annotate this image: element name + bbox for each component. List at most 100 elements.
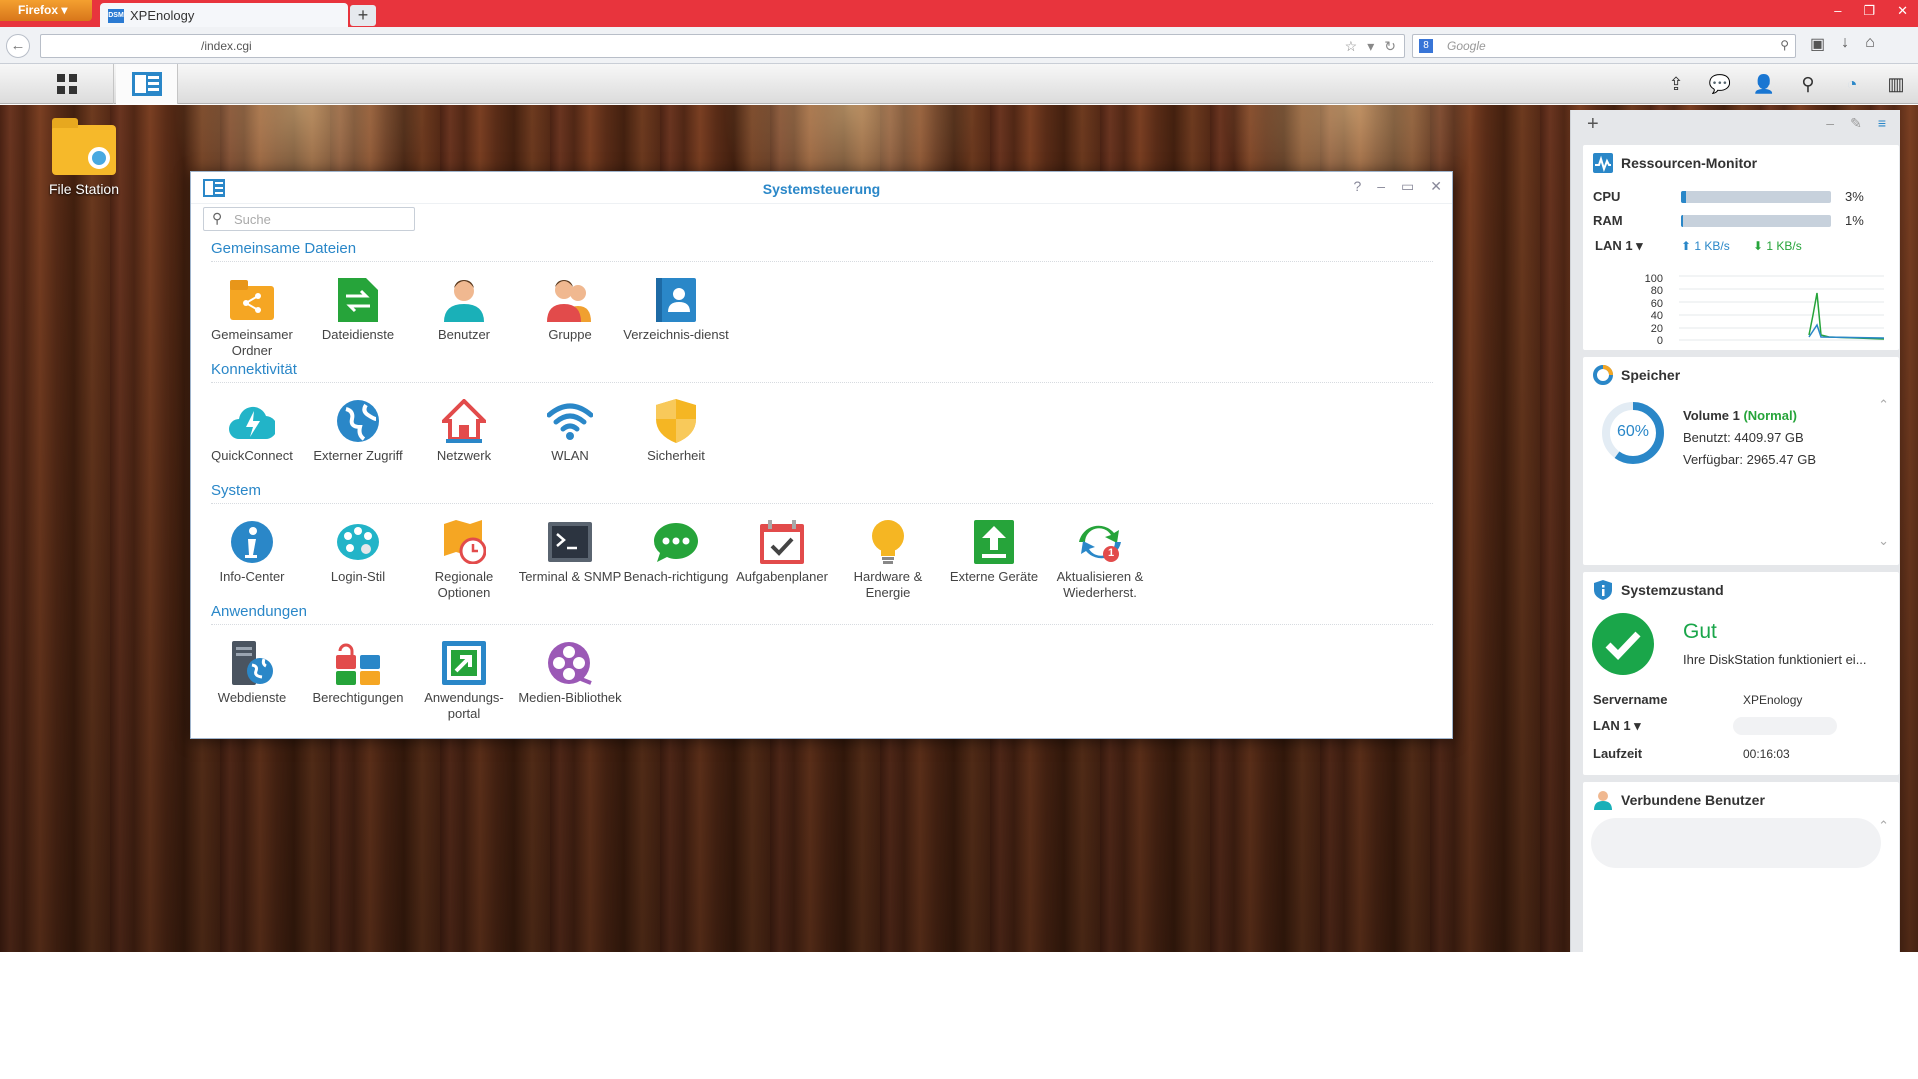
item-hardware-power[interactable]: Hardware & Energie bbox=[835, 519, 941, 601]
widgets-toggle-icon[interactable]: ▥ bbox=[1884, 72, 1908, 96]
browser-search-bar[interactable]: 8 Google ⚲ bbox=[1412, 34, 1796, 58]
item-login-style[interactable]: Login-Stil bbox=[305, 519, 411, 601]
control-panel-window: Systemsteuerung ? – ▭ ✕ ⚲ Suche Gemeinsa… bbox=[190, 171, 1453, 739]
item-notification[interactable]: Benach-richtigung bbox=[623, 519, 729, 601]
item-label: Aufgabenplaner bbox=[736, 569, 828, 584]
item-wlan[interactable]: WLAN bbox=[517, 398, 623, 464]
cpu-label: CPU bbox=[1593, 189, 1621, 204]
item-label: Sicherheit bbox=[647, 448, 705, 463]
chat-bubble-icon bbox=[653, 519, 699, 565]
item-label: Benutzer bbox=[437, 327, 491, 342]
update-badge: 1 bbox=[1108, 547, 1115, 559]
lan-upload: ⬆ 1 KB/s bbox=[1681, 239, 1730, 253]
upload-icon[interactable]: ⇪ bbox=[1664, 72, 1688, 96]
item-privileges[interactable]: Berechtigungen bbox=[305, 640, 411, 722]
close-icon[interactable]: ✕ bbox=[1430, 178, 1442, 195]
item-file-services[interactable]: Dateidienste bbox=[305, 277, 411, 359]
home-icon[interactable]: ⌂ bbox=[1865, 34, 1875, 54]
upload-rate: 1 KB/s bbox=[1694, 239, 1730, 253]
item-info-center[interactable]: Info-Center bbox=[199, 519, 305, 601]
section-title-apps: Anwendungen bbox=[211, 603, 1433, 625]
window-header[interactable]: Systemsteuerung ? – ▭ ✕ bbox=[191, 172, 1452, 204]
reload-icon[interactable]: ↻ bbox=[1384, 38, 1396, 55]
url-bar[interactable]: /index.cgi ☆ ▾ ↻ bbox=[40, 34, 1405, 58]
minimize-icon[interactable]: – bbox=[1377, 178, 1385, 195]
storage-donut: 60% bbox=[1601, 401, 1665, 465]
dsm-taskbar: ⇪ 💬 👤 ⚲ ◔ ▥ bbox=[0, 64, 1918, 104]
search-input[interactable]: ⚲ Suche bbox=[203, 207, 415, 231]
download-icon[interactable]: ↓ bbox=[1841, 34, 1849, 54]
bookmark-star-icon[interactable]: ☆ bbox=[1345, 38, 1358, 55]
item-external-devices[interactable]: Externe Geräte bbox=[941, 519, 1047, 601]
restore-icon[interactable]: ❐ bbox=[1863, 3, 1875, 19]
item-quickconnect[interactable]: QuickConnect bbox=[199, 398, 305, 464]
item-update-restore[interactable]: 1 Aktualisieren & Wiederherst. bbox=[1047, 519, 1153, 601]
widget-title: Systemzustand bbox=[1621, 582, 1724, 598]
widget-menu-icon[interactable]: ≡ bbox=[1878, 115, 1886, 132]
scroll-up-icon[interactable]: ⌃ bbox=[1878, 818, 1889, 834]
control-panel-task-button[interactable] bbox=[116, 64, 178, 104]
item-label: Regionale Optionen bbox=[434, 569, 494, 600]
minimize-icon[interactable]: – bbox=[1834, 3, 1841, 18]
search-icon[interactable]: ⚲ bbox=[1796, 72, 1820, 96]
main-menu-button[interactable] bbox=[20, 64, 114, 104]
section-system-items: Info-Center Login-Stil Regionale Optione… bbox=[199, 519, 1153, 601]
help-icon[interactable]: ? bbox=[1353, 178, 1361, 195]
media-library-icon bbox=[547, 640, 593, 686]
tick-label: 100 bbox=[1644, 273, 1663, 285]
item-label: WLAN bbox=[551, 448, 589, 463]
pilot-view-icon[interactable]: ◔ bbox=[1840, 72, 1864, 96]
new-tab-button[interactable]: + bbox=[350, 5, 376, 26]
notification-icon[interactable]: 💬 bbox=[1708, 72, 1732, 96]
scroll-down-icon[interactable]: ⌄ bbox=[1878, 533, 1889, 549]
pin-icon[interactable]: ✎ bbox=[1850, 115, 1862, 132]
minimize-icon[interactable]: – bbox=[1826, 115, 1834, 132]
file-station-icon bbox=[52, 118, 116, 175]
maximize-icon[interactable]: ▭ bbox=[1401, 178, 1414, 195]
lan-selector[interactable]: LAN 1 ▾ bbox=[1593, 718, 1641, 734]
close-icon[interactable]: ✕ bbox=[1897, 3, 1908, 19]
item-label: Verzeichnis-dienst bbox=[623, 327, 729, 342]
item-label: Gruppe bbox=[548, 327, 592, 342]
widget-title: Ressourcen-Monitor bbox=[1621, 155, 1758, 171]
tick-label: 60 bbox=[1650, 297, 1663, 310]
cpu-value: 3% bbox=[1845, 189, 1864, 204]
bookmarks-icon[interactable]: ▣ bbox=[1810, 34, 1825, 54]
file-station-label: File Station bbox=[48, 181, 120, 197]
item-application-portal[interactable]: Anwendungs-portal bbox=[411, 640, 517, 722]
item-regional-options[interactable]: Regionale Optionen bbox=[411, 519, 517, 601]
widgets-panel: + – ✎ ≡ Ressourcen-Monitor CPU 3% RAM 1%… bbox=[1570, 110, 1900, 952]
item-shared-folder[interactable]: Gemeinsamer Ordner bbox=[199, 277, 305, 359]
item-directory-service[interactable]: Verzeichnis-dienst bbox=[623, 277, 729, 359]
system-health-widget: Systemzustand Gut Ihre DiskStation funkt… bbox=[1583, 572, 1899, 775]
user-options-icon[interactable]: 👤 bbox=[1752, 72, 1776, 96]
item-label: Hardware & Energie bbox=[853, 569, 923, 600]
search-icon[interactable]: ⚲ bbox=[1780, 38, 1789, 52]
item-network[interactable]: Netzwerk bbox=[411, 398, 517, 464]
item-terminal-snmp[interactable]: Terminal & SNMP bbox=[517, 519, 623, 601]
item-web-services[interactable]: Webdienste bbox=[199, 640, 305, 722]
browser-tab[interactable]: DSM XPEnology bbox=[100, 3, 348, 28]
scroll-up-icon[interactable]: ⌃ bbox=[1878, 397, 1889, 413]
item-security[interactable]: Sicherheit bbox=[623, 398, 729, 464]
volume-status: (Normal) bbox=[1743, 408, 1797, 423]
firefox-menu-button[interactable]: Firefox ▾ bbox=[0, 0, 92, 21]
tick-label: 20 bbox=[1650, 322, 1663, 335]
dropdown-icon[interactable]: ▾ bbox=[1367, 38, 1374, 55]
item-task-scheduler[interactable]: Aufgabenplaner bbox=[729, 519, 835, 601]
file-station-shortcut[interactable]: File Station bbox=[44, 118, 124, 197]
back-button[interactable]: ← bbox=[6, 34, 30, 58]
favicon-icon: DSM bbox=[108, 8, 124, 23]
uptime-value: 00:16:03 bbox=[1743, 747, 1790, 761]
add-widget-button[interactable]: + bbox=[1587, 113, 1599, 136]
item-group[interactable]: Gruppe bbox=[517, 277, 623, 359]
item-user[interactable]: Benutzer bbox=[411, 277, 517, 359]
lan-selector[interactable]: LAN 1 ▾ bbox=[1595, 238, 1643, 254]
item-label: Login-Stil bbox=[330, 569, 386, 584]
item-label: Terminal & SNMP bbox=[518, 569, 622, 584]
group-icon bbox=[547, 277, 593, 323]
item-media-library[interactable]: Medien-Bibliothek bbox=[517, 640, 623, 722]
browser-nav-bar: ← /index.cgi ☆ ▾ ↻ 8 Google ⚲ ▣ ↓ ⌂ bbox=[0, 27, 1918, 64]
update-icon: 1 bbox=[1077, 519, 1123, 565]
item-external-access[interactable]: Externer Zugriff bbox=[305, 398, 411, 464]
